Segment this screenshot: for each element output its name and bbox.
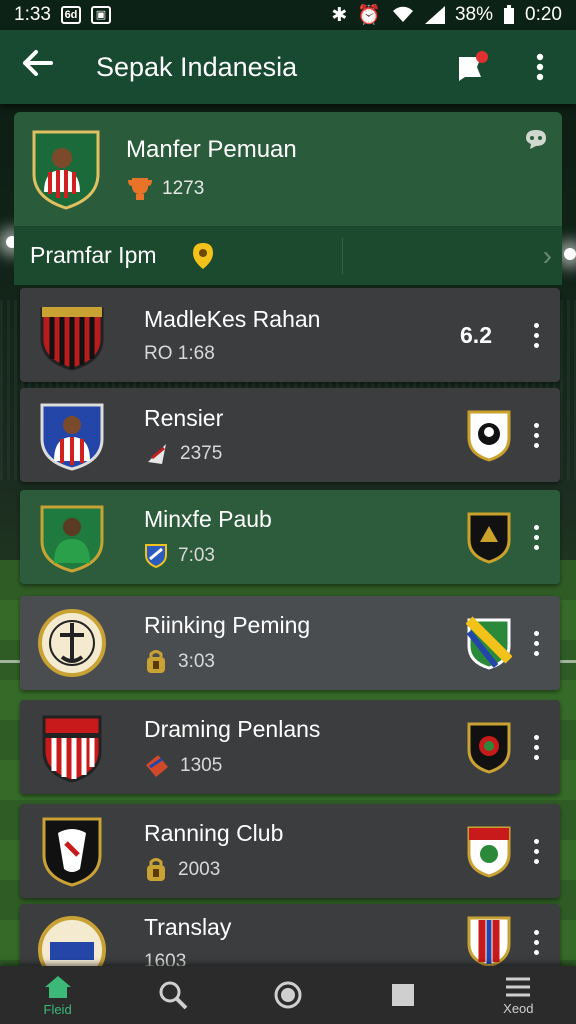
team-badge-icon <box>467 826 511 878</box>
nav-home-label: Fleid <box>43 1001 72 1017</box>
location-pin-icon <box>192 242 213 269</box>
alarm-icon: ⏰ <box>357 5 381 26</box>
nav-home[interactable]: Fleid <box>13 974 103 1017</box>
arrow-left-icon <box>23 50 53 76</box>
overflow-menu-button[interactable] <box>522 49 558 85</box>
stadium-light <box>564 248 576 260</box>
player-name: Manfer Pemuan <box>126 136 297 163</box>
list-item-meta: 2003 <box>178 858 221 880</box>
list-item[interactable]: Rensier 2375 <box>20 388 560 482</box>
status-clock: 0:20 <box>525 4 562 25</box>
list-item-name: MadleKes Rahan <box>144 305 321 332</box>
nav-record[interactable] <box>243 981 333 1009</box>
nav-square[interactable] <box>358 982 448 1008</box>
list-item-name: Riinking Peming <box>144 611 311 638</box>
club-crest-icon <box>40 307 104 371</box>
player-meta: 1273 <box>162 178 205 199</box>
list-item[interactable]: Ranning Club 2003 <box>20 804 560 898</box>
club-mini-icon <box>146 754 168 777</box>
player-header-card[interactable]: Manfer Pemuan 1273 <box>14 112 562 226</box>
list-item-meta: 2375 <box>180 442 223 464</box>
more-options-button[interactable] <box>528 734 544 760</box>
team-badge-icon <box>467 410 511 462</box>
list-item-name: Rensier <box>144 404 224 431</box>
square-icon <box>392 984 415 1006</box>
menu-icon <box>506 977 531 996</box>
more-options-button[interactable] <box>528 930 544 955</box>
club-crest-icon <box>42 817 102 887</box>
list-item[interactable]: Translay 1603 <box>20 904 560 984</box>
status-bar: 1:33 6d ▣ ✱ ⏰ 38% 0:20 <box>0 0 576 30</box>
team-badge-icon <box>467 916 511 968</box>
notification-icon: 6d <box>60 6 81 24</box>
notifications-button[interactable] <box>454 49 490 85</box>
record-icon <box>274 981 302 1009</box>
wifi-icon <box>392 6 413 22</box>
chevron-right-icon: › <box>542 240 552 271</box>
club-crest-icon <box>40 403 104 471</box>
club-crest-icon <box>38 609 106 677</box>
app-bar: Sepak Indanesia <box>0 30 576 104</box>
more-options-button[interactable] <box>528 838 544 864</box>
list-item-meta: 1305 <box>180 754 223 776</box>
signal-icon <box>424 6 445 24</box>
home-icon <box>44 975 71 998</box>
bluetooth-icon: ✱ <box>331 4 348 26</box>
nav-menu[interactable]: Xeod <box>473 975 563 1016</box>
player-crest-icon <box>32 130 100 210</box>
gallery-icon: ▣ <box>90 6 111 24</box>
list-item-name: Minxfe Paub <box>144 505 272 532</box>
back-button[interactable] <box>18 47 58 87</box>
list-item-meta: RO 1:68 <box>144 342 215 364</box>
list-item-meta: 3:03 <box>178 650 215 672</box>
more-options-button[interactable] <box>528 322 544 348</box>
list-item-score: 6.2 <box>460 321 492 348</box>
chat-bubble-icon <box>526 130 546 149</box>
lock-badge-icon <box>147 649 165 673</box>
bottom-navigation: Fleid Xeod <box>0 966 576 1024</box>
list-item[interactable]: Draming Penlans 1305 <box>20 700 560 794</box>
list-item[interactable]: Riinking Peming 3:03 <box>20 596 560 690</box>
club-crest-icon <box>42 715 102 783</box>
trophy-icon <box>128 178 152 200</box>
section-header[interactable]: Pramfar Ipm › <box>14 226 562 286</box>
more-options-button[interactable] <box>528 630 544 656</box>
battery-icon <box>504 5 515 24</box>
club-crest-icon <box>40 505 104 573</box>
list-item[interactable]: MadleKes Rahan RO 1:68 6.2 <box>20 288 560 382</box>
flag-notification-icon <box>459 51 488 81</box>
list-item-name: Ranning Club <box>144 819 284 846</box>
page-title: Sepak Indanesia <box>96 51 298 82</box>
nav-menu-label: Xeod <box>503 1000 534 1016</box>
more-options-button[interactable] <box>528 422 544 448</box>
list-item-name: Draming Penlans <box>144 715 321 742</box>
section-label: Pramfar Ipm <box>30 242 157 268</box>
list-item[interactable]: Minxfe Paub 7:03 <box>20 490 560 584</box>
list-item-name: Translay <box>144 914 232 940</box>
search-icon <box>159 981 188 1010</box>
team-badge-icon <box>467 512 511 564</box>
nav-search[interactable] <box>128 980 218 1010</box>
chat-button[interactable] <box>524 128 548 155</box>
team-badge-icon <box>466 616 512 670</box>
list-item-meta: 7:03 <box>178 544 215 566</box>
status-time: 1:33 <box>14 4 51 25</box>
team-badge-icon <box>467 722 511 774</box>
battery-percent: 38% <box>454 4 494 25</box>
section-divider <box>342 238 343 274</box>
more-options-button[interactable] <box>528 524 544 550</box>
club-mini-icon <box>148 443 166 464</box>
lock-badge-icon <box>147 857 165 881</box>
shield-icon <box>145 543 167 568</box>
more-vert-icon <box>536 53 544 81</box>
